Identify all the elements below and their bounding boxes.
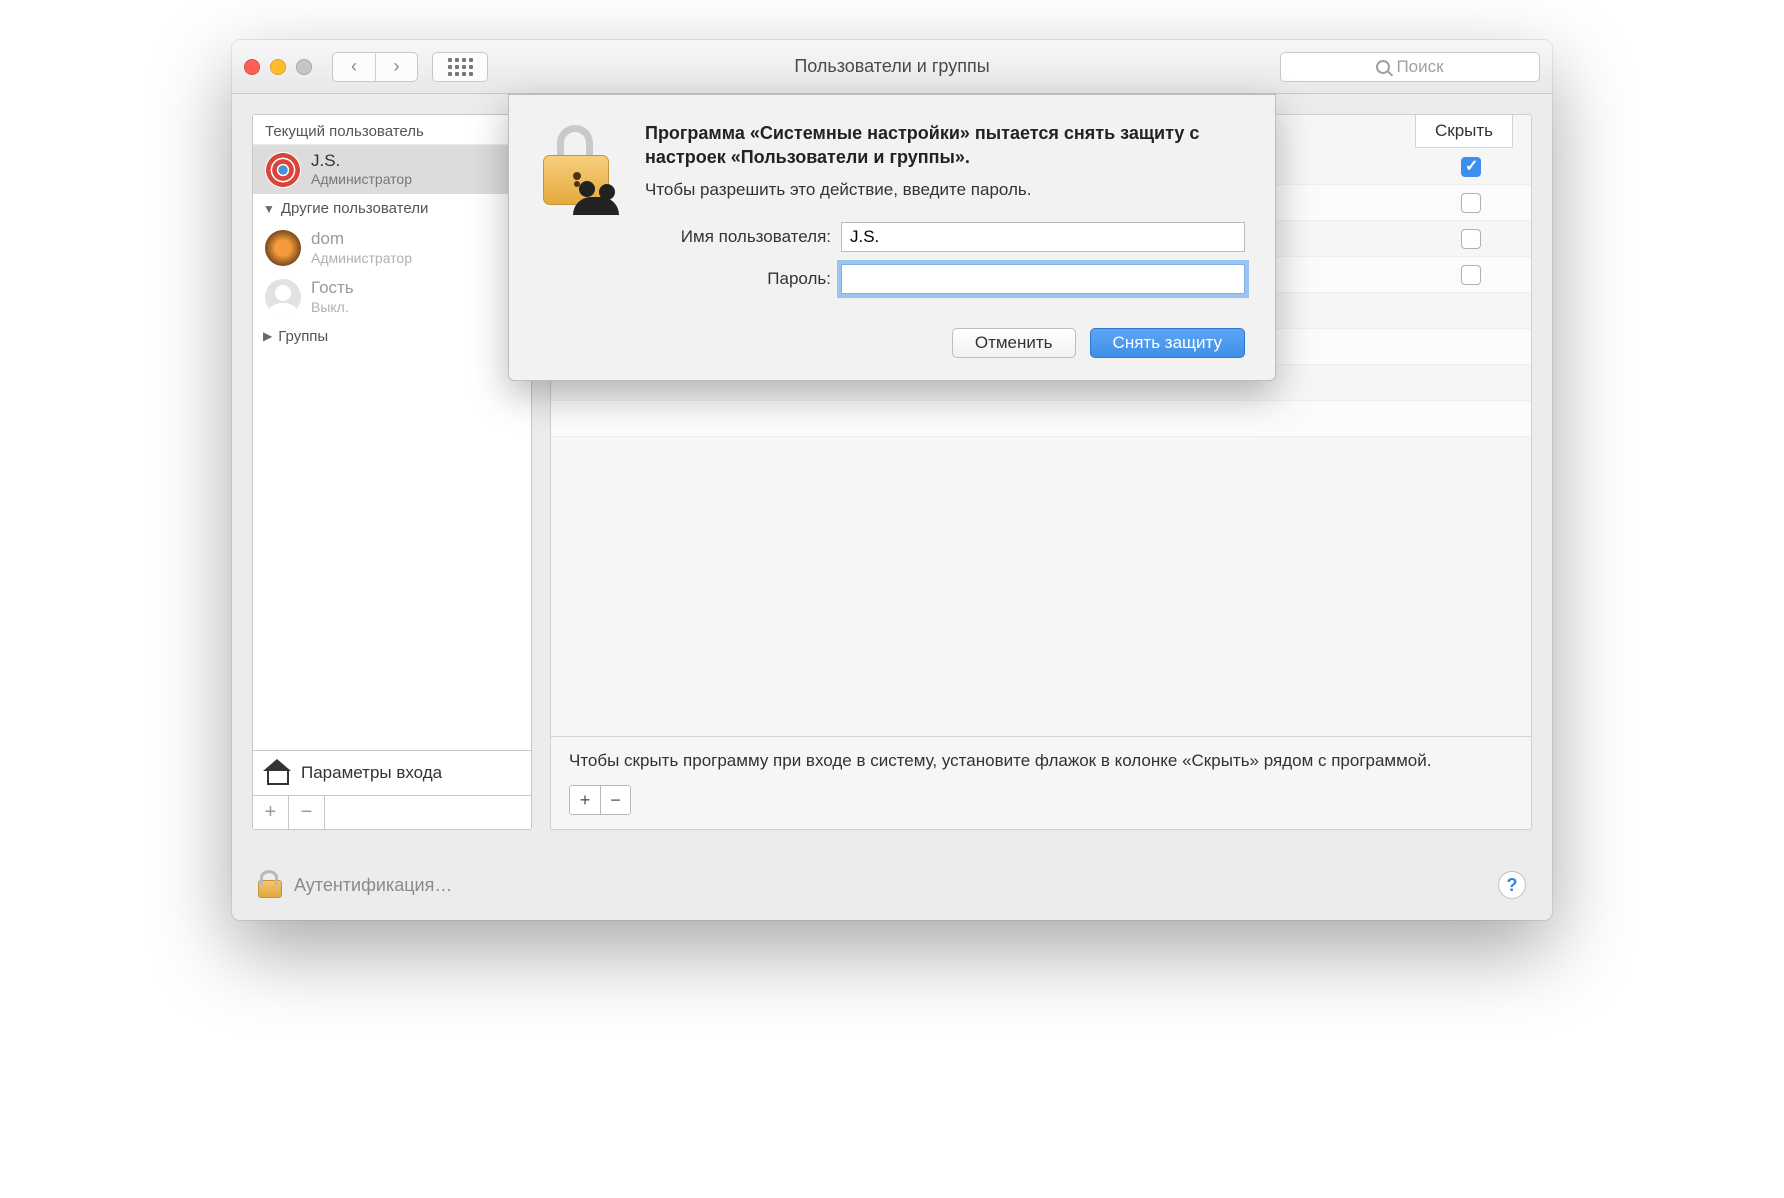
hide-hint-text: Чтобы скрыть программу при входе в систе… xyxy=(551,737,1531,785)
add-user-button[interactable]: + xyxy=(253,796,289,829)
forward-button[interactable]: › xyxy=(375,53,417,81)
sidebar-user-current[interactable]: J.S. Администратор xyxy=(253,145,531,194)
cancel-button[interactable]: Отменить xyxy=(952,328,1076,358)
close-window-icon[interactable] xyxy=(244,59,260,75)
show-all-button[interactable] xyxy=(432,52,488,82)
users-sidebar: Текущий пользователь J.S. Администратор … xyxy=(252,114,532,830)
lock-footer: Аутентификация… ? xyxy=(232,850,1552,920)
hide-checkbox[interactable] xyxy=(1461,157,1481,177)
groups-label: Группы xyxy=(278,328,328,345)
sidebar-user-guest[interactable]: Гость Выкл. xyxy=(253,272,531,321)
user-name: J.S. xyxy=(311,151,412,171)
hide-checkbox[interactable] xyxy=(1461,193,1481,213)
other-users-label: Другие пользователи xyxy=(281,200,428,217)
user-role: Выкл. xyxy=(311,299,354,316)
hide-column-header: Скрыть xyxy=(1415,115,1513,148)
disclosure-triangle-down-icon: ▼ xyxy=(263,202,275,216)
login-options-row[interactable]: Параметры входа xyxy=(253,750,531,795)
nav-back-forward: ‹ › xyxy=(332,52,418,82)
system-preferences-window: ‹ › Пользователи и группы Поиск Текущий … xyxy=(232,40,1552,920)
user-name: Гость xyxy=(311,278,354,298)
groups-header[interactable]: ▶ Группы xyxy=(253,322,531,351)
minimize-window-icon[interactable] xyxy=(270,59,286,75)
user-name: dom xyxy=(311,229,412,249)
security-lock-icon xyxy=(539,125,621,215)
search-placeholder: Поиск xyxy=(1396,57,1443,77)
titlebar: ‹ › Пользователи и группы Поиск xyxy=(232,40,1552,94)
login-items-add-remove: + − xyxy=(551,785,1531,829)
user-role: Администратор xyxy=(311,171,412,188)
add-item-button[interactable]: + xyxy=(570,786,600,814)
disclosure-triangle-right-icon: ▶ xyxy=(263,329,272,343)
traffic-lights xyxy=(244,59,312,75)
user-role: Администратор xyxy=(311,250,412,267)
remove-item-button[interactable]: − xyxy=(600,786,630,814)
zoom-window-icon xyxy=(296,59,312,75)
avatar-icon xyxy=(265,279,301,315)
house-icon xyxy=(265,761,291,785)
avatar-icon xyxy=(265,152,301,188)
sidebar-user-dom[interactable]: dom Администратор xyxy=(253,223,531,272)
dialog-title: Программа «Системные настройки» пытается… xyxy=(645,121,1245,170)
auth-status-text: Аутентификация… xyxy=(294,875,452,896)
other-users-header[interactable]: ▼ Другие пользователи xyxy=(253,194,531,223)
username-input[interactable] xyxy=(841,222,1245,252)
help-button[interactable]: ? xyxy=(1498,871,1526,899)
password-label: Пароль: xyxy=(645,269,831,289)
current-user-header: Текущий пользователь xyxy=(253,115,531,145)
sidebar-add-remove: + − xyxy=(253,795,531,829)
avatar-icon xyxy=(265,230,301,266)
username-label: Имя пользователя: xyxy=(645,227,831,247)
search-icon xyxy=(1376,60,1390,74)
grid-icon xyxy=(448,58,473,76)
auth-dialog: Программа «Системные настройки» пытается… xyxy=(508,94,1276,381)
hide-checkbox[interactable] xyxy=(1461,265,1481,285)
unlock-button[interactable]: Снять защиту xyxy=(1090,328,1245,358)
list-item[interactable] xyxy=(551,401,1531,437)
lock-icon[interactable] xyxy=(258,872,280,898)
password-input[interactable] xyxy=(841,264,1245,294)
back-button[interactable]: ‹ xyxy=(333,53,375,81)
search-field[interactable]: Поиск xyxy=(1280,52,1540,82)
hide-checkbox[interactable] xyxy=(1461,229,1481,249)
remove-user-button[interactable]: − xyxy=(289,796,325,829)
login-options-label: Параметры входа xyxy=(301,763,442,783)
dialog-subtitle: Чтобы разрешить это действие, введите па… xyxy=(645,180,1245,200)
